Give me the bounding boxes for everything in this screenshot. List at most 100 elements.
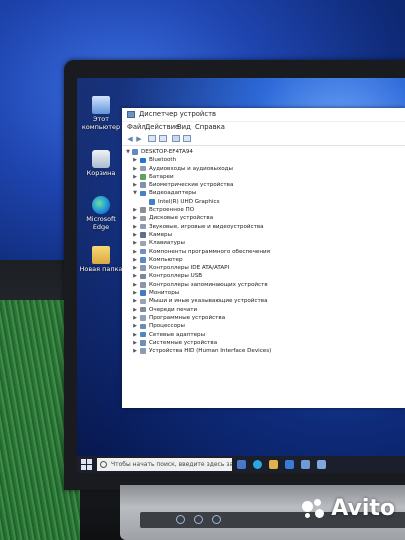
desktop-icon-label: Новая папка [79,265,123,273]
tree-item[interactable]: ▼ Видеоадаптеры [122,189,405,197]
tree-item[interactable]: ▶ Контроллеры запоминающих устройств [122,281,405,289]
tree-item-label: Компьютер [149,256,183,263]
tree-item[interactable]: ▶ Мыши и иные указывающие устройства [122,297,405,305]
tree-item[interactable]: ▶ Звуковые, игровые и видеоустройства [122,223,405,231]
tree-item[interactable]: ▶ Компоненты программного обеспечения [122,248,405,256]
battery-icon [140,174,146,180]
properties-icon[interactable] [148,135,156,142]
expand-arrow-icon[interactable]: ▶ [132,248,138,256]
expand-arrow-icon[interactable]: ▶ [132,289,138,297]
expand-arrow-icon[interactable]: ▶ [132,322,138,330]
expand-arrow-icon[interactable]: ▶ [132,347,138,355]
desktop-icon-new-folder[interactable]: Новая папка [79,246,123,274]
software-device-icon [140,315,146,321]
printer-icon [140,306,146,313]
tree-item[interactable]: ▶ Сетевые адаптеры [122,331,405,339]
camera-icon [140,232,146,238]
window-titlebar[interactable]: Диспетчер устройств [122,108,405,122]
tree-item[interactable]: ▶ Батареи [122,173,405,181]
expand-arrow-icon[interactable]: ▶ [132,272,138,280]
taskbar-search-box[interactable]: Чтобы начать поиск, введите здесь запрос [97,458,232,471]
expand-arrow-icon[interactable]: ▶ [132,339,138,347]
expand-arrow-icon[interactable]: ▶ [132,206,138,214]
device-manager-taskbar-icon[interactable] [317,460,326,469]
tree-item[interactable]: ▶ Клавиатуры [122,239,405,247]
desktop-icon-recycle-bin[interactable]: Корзина [79,150,123,178]
help-icon[interactable] [172,135,180,142]
tree-item-label: Видеоадаптеры [149,190,197,197]
desktop-icon-label: Microsoft Edge [86,215,116,231]
tree-item-label: Контроллеры USB [149,273,203,280]
window-title: Диспетчер устройств [139,110,217,118]
controller-icon [140,265,146,271]
tree-item[interactable]: ▶ Дисковые устройства [122,214,405,222]
forward-icon[interactable]: ▶ [135,135,143,143]
expand-arrow-icon[interactable]: ▶ [132,239,138,247]
tree-item-label: Сетевые адаптеры [149,331,206,338]
tree-item-label: Устройства HID (Human Interface Devices) [149,348,272,355]
start-button[interactable] [81,459,92,470]
tree-child-item[interactable]: Intel(R) UHD Graphics [122,198,405,206]
tree-item[interactable]: ▶ Аудиовходы и аудиовыходы [122,165,405,173]
expand-arrow-icon[interactable]: ▶ [132,256,138,264]
tree-root[interactable]: ▼ DESKTOP-EF4TA94 [122,148,405,156]
expand-arrow-icon[interactable]: ▶ [132,314,138,322]
task-view-icon[interactable] [237,460,246,469]
fingerprint-icon [140,182,146,188]
explorer-taskbar-icon[interactable] [269,460,278,469]
tree-item[interactable]: ▶ Программные устройства [122,314,405,322]
back-icon[interactable]: ◀ [126,135,134,143]
tree-item-label: Программные устройства [149,314,226,321]
expand-arrow-icon[interactable]: ▶ [132,264,138,272]
expand-arrow-icon[interactable]: ▶ [132,231,138,239]
computer-icon [140,257,146,263]
tree-item[interactable]: ▶ Камеры [122,231,405,239]
tree-item[interactable]: ▶ Встроенное ПО [122,206,405,214]
computer-icon [132,149,138,155]
tree-item[interactable]: ▶ Bluetooth [122,156,405,164]
tree-item[interactable]: ▶ Биометрические устройства [122,181,405,189]
expand-arrow-icon[interactable]: ▶ [132,173,138,181]
tree-item-label: Мониторы [149,290,180,297]
show-hide-icon[interactable] [159,135,167,142]
tree-item[interactable]: ▶ Очереди печати [122,306,405,314]
menu-action[interactable]: Действие [145,123,179,131]
tree-item[interactable]: ▶ Контроллеры IDE ATA/ATAPI [122,264,405,272]
expand-arrow-icon[interactable]: ▶ [132,214,138,222]
device-manager-window[interactable]: Диспетчер устройств Файл Действие Вид Сп… [122,108,405,408]
expand-arrow-icon[interactable]: ▶ [132,297,138,305]
collapse-arrow-icon[interactable]: ▼ [125,148,131,156]
recycle-bin-icon [92,150,110,168]
expand-arrow-icon[interactable]: ▶ [132,223,138,231]
edge-taskbar-icon[interactable] [253,460,262,469]
watermark-text: Avito [331,496,395,521]
menu-view[interactable]: Вид [177,123,191,131]
tree-item-label: Батареи [149,173,174,180]
expand-arrow-icon[interactable]: ▶ [132,181,138,189]
tree-item[interactable]: ▶ Процессоры [122,322,405,330]
watermark: Avito [302,496,395,521]
tree-item[interactable]: ▶ Компьютер [122,256,405,264]
store-taskbar-icon[interactable] [285,460,294,469]
expand-arrow-icon[interactable]: ▶ [132,165,138,173]
keyboard-icon [140,240,146,247]
bluetooth-icon [140,157,146,164]
menu-file[interactable]: Файл [127,123,146,131]
expand-arrow-icon[interactable]: ▶ [132,331,138,339]
monitor-view-icon[interactable] [183,135,191,142]
tree-item-label: Биометрические устройства [149,182,234,189]
desktop-icon-edge[interactable]: Microsoft Edge [79,196,123,231]
tree-item[interactable]: ▶ Системные устройства [122,339,405,347]
expand-arrow-icon[interactable]: ▶ [132,281,138,289]
expand-arrow-icon[interactable]: ▶ [132,306,138,314]
tree-item[interactable]: ▶ Мониторы [122,289,405,297]
tree-item[interactable]: ▶ Контроллеры USB [122,272,405,280]
mail-taskbar-icon[interactable] [301,460,310,469]
desktop-icon-label: Этот компьютер [81,115,121,131]
menu-help[interactable]: Справка [195,123,225,131]
computer-icon [92,96,110,114]
tree-item[interactable]: ▶ Устройства HID (Human Interface Devices… [122,347,405,355]
desktop-icon-this-pc[interactable]: Этот компьютер [79,96,123,131]
collapse-arrow-icon[interactable]: ▼ [132,189,138,197]
expand-arrow-icon[interactable]: ▶ [132,156,138,164]
